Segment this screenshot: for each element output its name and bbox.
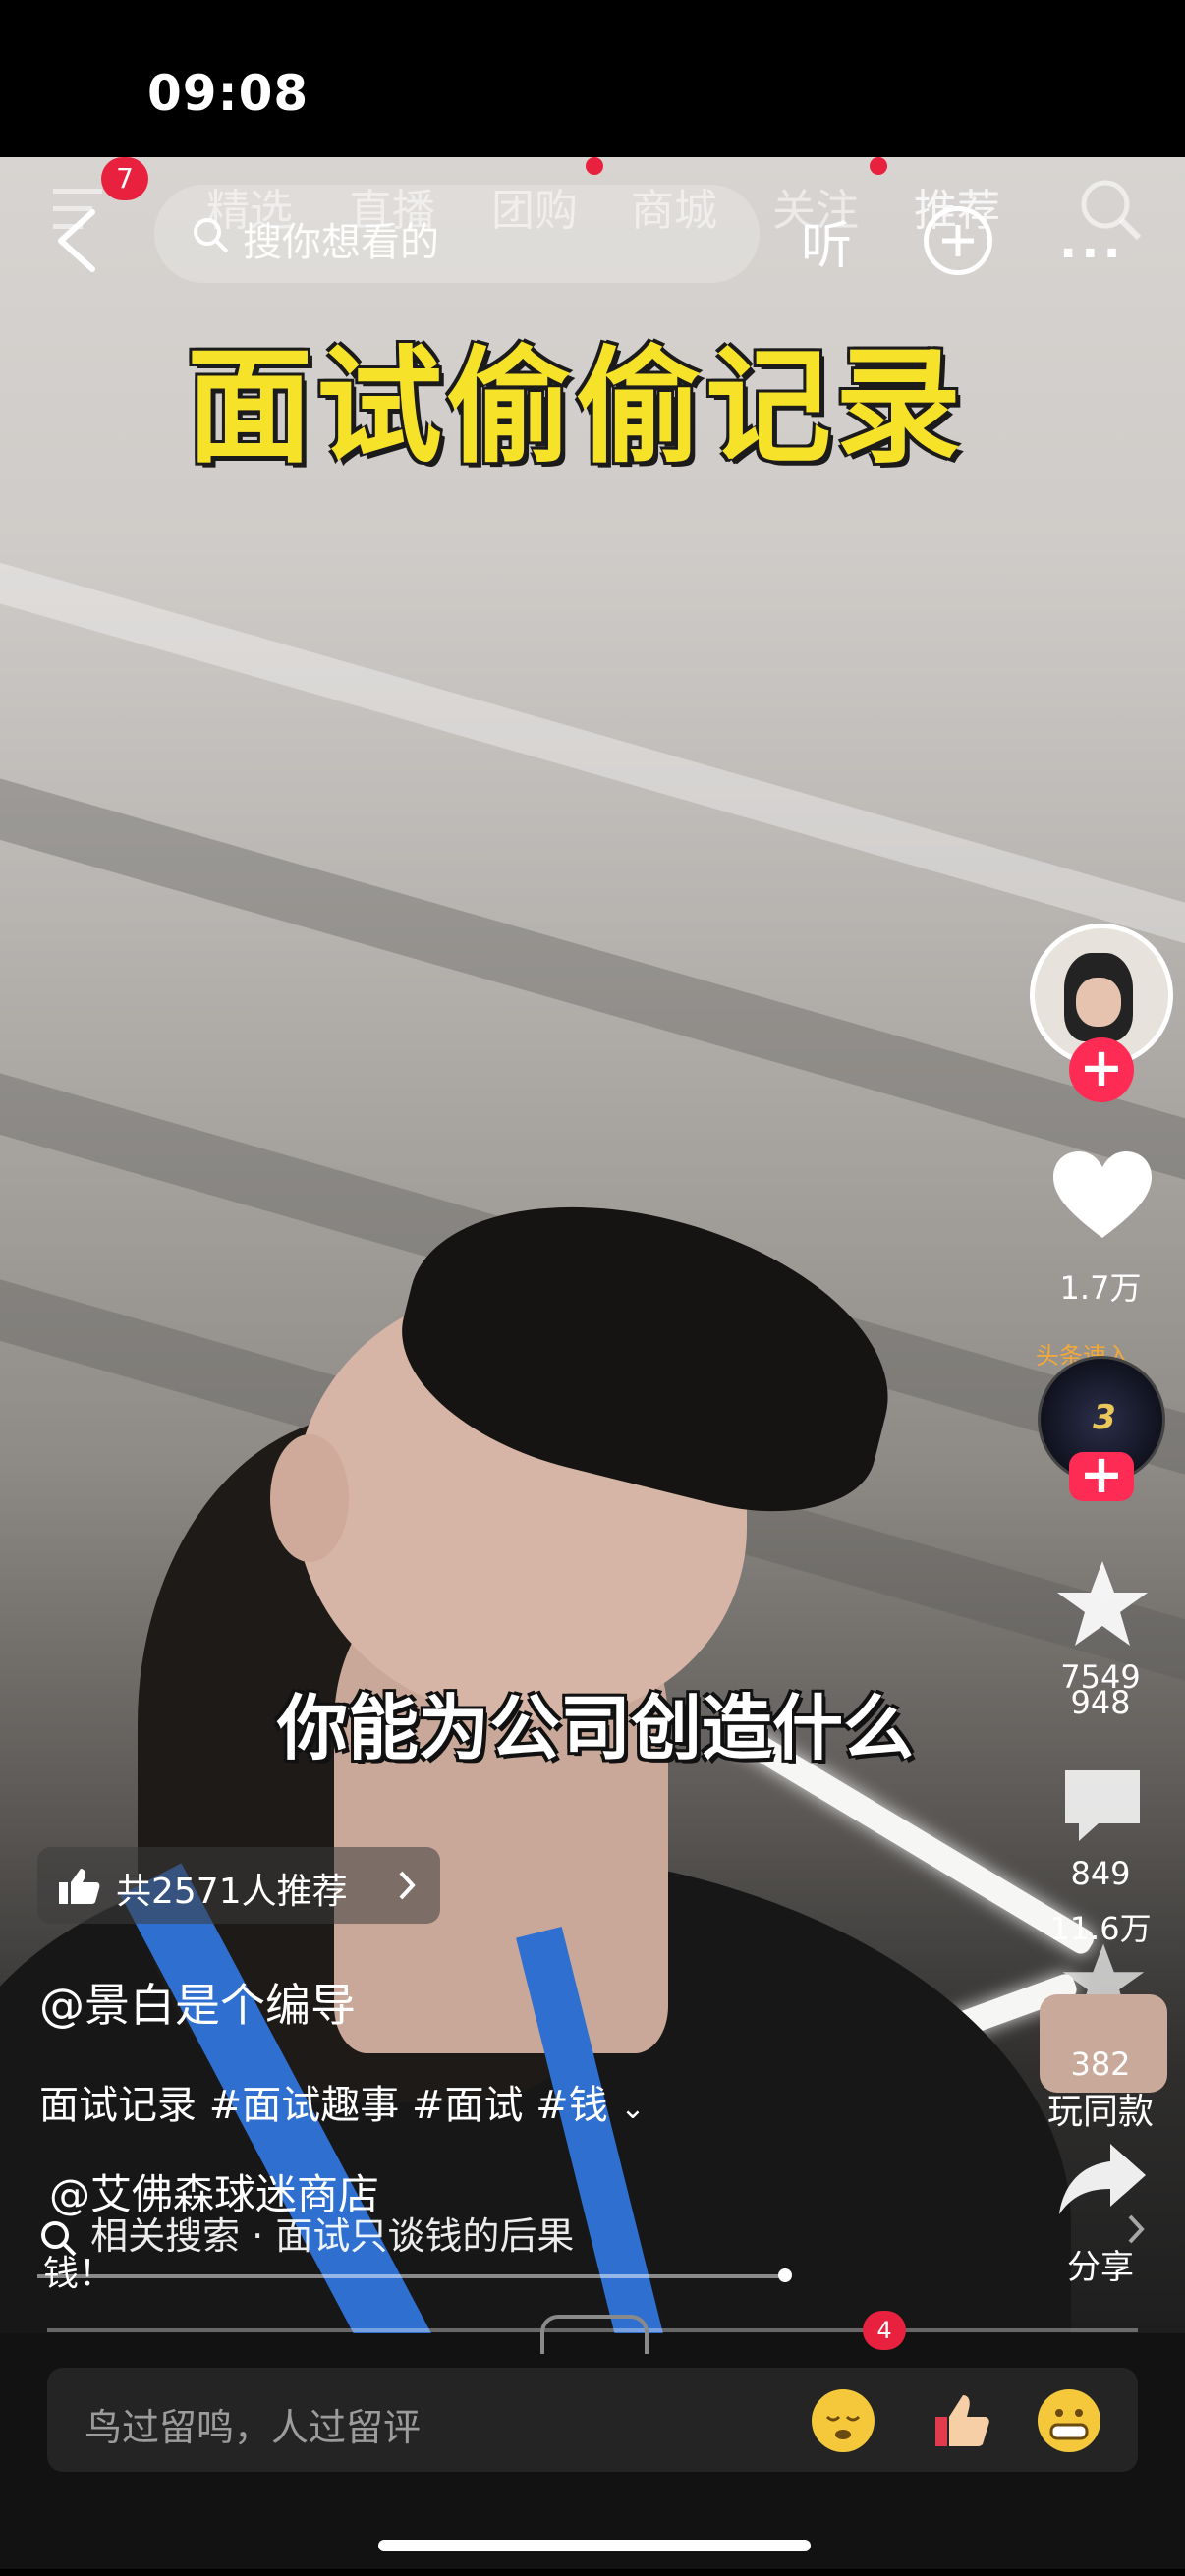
- search-placeholder: 搜你想看的: [243, 220, 439, 265]
- tab-dot: [586, 157, 603, 175]
- home-indicator[interactable]: [378, 2540, 811, 2551]
- person-ear: [270, 1434, 349, 1562]
- comment-count: 849: [1070, 1855, 1131, 1892]
- video-description[interactable]: 面试记录 #面试趣事 #面试 #钱 ⌄: [39, 2073, 646, 2130]
- video-title-banner: 面试偷偷记录: [187, 334, 966, 480]
- comment-placeholder: 鸟过留鸣，人过留评: [85, 2406, 422, 2449]
- video-progress-bar[interactable]: [37, 2274, 784, 2278]
- play-same-label[interactable]: 玩同款: [1032, 2083, 1169, 2134]
- comment-icon[interactable]: [1055, 1759, 1150, 1853]
- plus-icon: [942, 225, 974, 256]
- music-disc-text: 3: [1093, 1398, 1116, 1437]
- top-nav: 7 精选 直播 团购 商城 关注 推荐 搜你想看的 听 ···: [0, 157, 1185, 295]
- related-search-suffix: 钱！: [43, 2254, 115, 2294]
- ceiling-edge: [0, 544, 1185, 988]
- avatar-face: [1076, 978, 1121, 1027]
- comment-input[interactable]: 鸟过留鸣，人过留评: [47, 2368, 1138, 2472]
- tab-badge: 4: [863, 2311, 906, 2350]
- related-search[interactable]: 相关搜索 · 面试只谈钱的后果: [39, 2206, 574, 2260]
- grin-emoji-icon[interactable]: [1038, 2389, 1100, 2452]
- author-name[interactable]: @景白是个编导: [39, 1970, 356, 2035]
- related-search-text: 相关搜索 · 面试只谈钱的后果: [90, 2214, 575, 2258]
- star-icon[interactable]: [1053, 1557, 1152, 1652]
- menu-badge: 7: [101, 157, 148, 200]
- video-progress-knob[interactable]: [778, 2268, 792, 2282]
- search-input[interactable]: 搜你想看的: [154, 185, 760, 283]
- expand-chevron-icon[interactable]: ⌄: [620, 2092, 645, 2126]
- favorite-count-secondary: 948: [1070, 1684, 1131, 1721]
- thumbs-up-icon: [59, 1869, 100, 1904]
- status-time: 09:08: [147, 65, 310, 122]
- add-button[interactable]: [924, 206, 992, 275]
- share-icon[interactable]: [1057, 2140, 1148, 2216]
- chevron-right-icon: [399, 1871, 416, 1900]
- status-bar: 09:08: [0, 0, 1185, 157]
- back-icon[interactable]: [49, 206, 108, 275]
- like-count: 1.7万: [1059, 1269, 1142, 1307]
- heart-icon[interactable]: [1051, 1149, 1154, 1244]
- listen-button[interactable]: 听: [801, 204, 852, 278]
- more-button[interactable]: ···: [1059, 226, 1125, 281]
- tab-dot: [870, 157, 887, 175]
- recommend-pill[interactable]: 共2571人推荐: [37, 1847, 440, 1924]
- music-follow-button[interactable]: +: [1069, 1448, 1134, 1501]
- thumbs-up-emoji-icon[interactable]: [930, 2389, 992, 2452]
- video-subtitle: 你能为公司创造什么: [277, 1687, 915, 1769]
- follow-button[interactable]: +: [1069, 1037, 1134, 1102]
- description-text: 面试记录 #面试趣事 #面试 #钱: [39, 2083, 608, 2128]
- share-label[interactable]: 分享: [1032, 2240, 1169, 2288]
- chevron-right-icon[interactable]: [1124, 2212, 1148, 2246]
- search-icon: [194, 218, 229, 253]
- recommend-text: 共2571人推荐: [116, 1872, 348, 1912]
- tab-create-button[interactable]: [540, 2315, 649, 2354]
- collect-count: 382: [1070, 2045, 1131, 2083]
- sleepy-emoji-icon[interactable]: [812, 2389, 875, 2452]
